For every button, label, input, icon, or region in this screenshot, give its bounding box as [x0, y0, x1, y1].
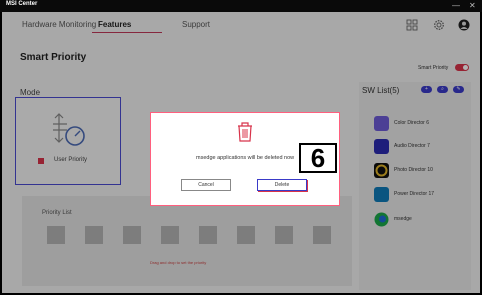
trash-icon: [238, 122, 252, 142]
app-window: Hardware Monitoring Features Support Sma…: [2, 12, 480, 293]
close-icon[interactable]: ✕: [469, 0, 476, 12]
delete-confirm-dialog: msedge applications will be deleted now …: [150, 112, 340, 206]
window-title: MSI Center: [6, 1, 38, 7]
dialog-message: msedge applications will be deleted now: [196, 155, 295, 161]
cancel-button[interactable]: Cancel: [181, 179, 231, 191]
title-bar: MSI Center — ✕: [0, 0, 482, 12]
countdown-badge: 6: [299, 143, 337, 173]
delete-button[interactable]: Delete: [257, 179, 307, 191]
minimize-icon[interactable]: —: [452, 0, 460, 12]
